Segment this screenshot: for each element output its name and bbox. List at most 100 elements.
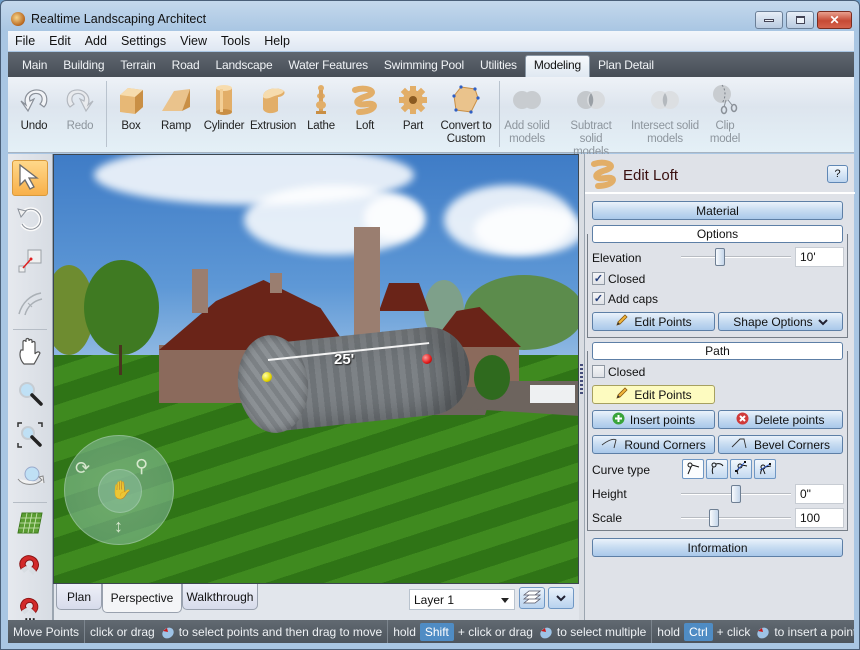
menu-file[interactable]: File [8, 34, 42, 48]
select-tool-button[interactable] [12, 160, 48, 196]
arc-tool-button[interactable] [12, 286, 48, 322]
menu-edit[interactable]: Edit [42, 34, 78, 48]
subtract-solid-models-button[interactable]: Subtract solid models [558, 83, 624, 159]
curve-type-bezier-smooth-button[interactable] [754, 459, 776, 479]
insert-points-button[interactable]: Insert points [592, 410, 715, 429]
tab-landscape[interactable]: Landscape [208, 55, 281, 77]
height-input[interactable]: 0" [795, 484, 844, 504]
menu-settings[interactable]: Settings [114, 34, 173, 48]
minimize-button[interactable] [755, 11, 783, 29]
curve-type-bezier-button[interactable] [730, 459, 752, 479]
path-closed-checkbox[interactable] [592, 365, 605, 378]
tab-water-features[interactable]: Water Features [280, 55, 375, 77]
extrusion-button[interactable]: Extrusion [250, 83, 296, 133]
part-button[interactable]: Part [396, 83, 430, 133]
path-edit-points-button[interactable]: Edit Points [592, 385, 715, 404]
bevel-corners-button[interactable]: Bevel Corners [718, 435, 843, 454]
path-start-point[interactable] [262, 372, 272, 382]
layers-button[interactable] [519, 587, 545, 609]
close-button[interactable]: ✕ [817, 11, 852, 29]
tab-plan[interactable]: Plan [56, 584, 102, 610]
tab-building[interactable]: Building [55, 55, 112, 77]
lathe-button[interactable]: Lathe [304, 83, 338, 133]
pan-tool-button[interactable] [12, 334, 48, 370]
orbit-tool-button[interactable] [12, 460, 48, 496]
menu-view[interactable]: View [173, 34, 214, 48]
menu-help[interactable]: Help [257, 34, 297, 48]
snap-tool-button[interactable] [12, 548, 48, 584]
shape-options-button[interactable]: Shape Options [718, 312, 843, 331]
elevation-input[interactable]: 10' [795, 247, 844, 267]
tab-swimming-pool[interactable]: Swimming Pool [376, 55, 472, 77]
edit-loft-panel: Edit Loft ? Material Options Elevation 1… [584, 154, 855, 620]
intersect-solid-models-button[interactable]: Intersect solid models [630, 83, 700, 146]
add-caps-checkbox[interactable]: ✓ [592, 292, 605, 305]
scale-input[interactable]: 100 [795, 508, 844, 528]
round-corners-button[interactable]: Round Corners [592, 435, 715, 454]
path-section-header[interactable]: Path [592, 342, 843, 360]
convert-to-custom-button[interactable]: Convert to Custom [438, 83, 494, 146]
tab-utilities[interactable]: Utilities [472, 55, 525, 77]
zoom-extents-button[interactable] [12, 418, 48, 454]
resize-tool-button[interactable] [12, 244, 48, 280]
close-icon: ✕ [829, 13, 840, 27]
material-button[interactable]: Material [592, 201, 843, 220]
scale-slider[interactable] [681, 508, 791, 528]
layer-options-button[interactable] [548, 587, 574, 609]
pool [530, 385, 575, 403]
splitter-grip[interactable] [580, 364, 583, 394]
app-logo-icon [11, 12, 25, 26]
slider-thumb[interactable] [731, 485, 741, 503]
slider-thumb[interactable] [709, 509, 719, 527]
height-slider[interactable] [681, 484, 791, 504]
tab-modeling[interactable]: Modeling [524, 55, 590, 77]
redo-button[interactable]: Redo [60, 83, 100, 133]
add-solid-models-button[interactable]: Add solid models [502, 83, 552, 146]
tab-walkthrough[interactable]: Walkthrough [182, 584, 258, 610]
intersect-solid-label-1: Intersect solid [631, 120, 699, 132]
menu-add[interactable]: Add [78, 34, 114, 48]
delete-circle-icon [736, 412, 749, 428]
grid-tool-button[interactable] [12, 506, 48, 542]
orbit-icon[interactable]: ⟳ [75, 458, 90, 479]
curve-type-linear-button[interactable] [682, 459, 704, 479]
path-end-point[interactable] [422, 354, 432, 364]
hand-icon [16, 336, 44, 369]
rotate-tool-button[interactable] [12, 202, 48, 238]
help-button[interactable]: ? [827, 165, 848, 183]
options-section-header[interactable]: Options [592, 225, 843, 243]
cylinder-label: Cylinder [203, 120, 245, 132]
app-window: Realtime Landscaping Architect ✕ File Ed… [0, 0, 860, 650]
3d-viewport[interactable]: 25' ⟳ ⚲ ✋ ↕ [53, 154, 579, 584]
information-button[interactable]: Information [592, 538, 843, 557]
delete-points-button[interactable]: Delete points [718, 410, 843, 429]
status-text: to insert a point [774, 624, 854, 639]
tab-plan-detail[interactable]: Plan Detail [590, 55, 662, 77]
box-icon [114, 83, 148, 117]
vertical-move-icon[interactable]: ↕ [114, 516, 123, 537]
box-button[interactable]: Box [114, 83, 148, 133]
clip-model-button[interactable]: Clip model [706, 83, 744, 146]
zoom-tool-button[interactable] [12, 376, 48, 412]
curve-type-curved-button[interactable] [706, 459, 728, 479]
maximize-button[interactable] [786, 11, 814, 29]
pan-hand-icon[interactable]: ✋ [110, 480, 132, 501]
navigation-wheel[interactable]: ⟳ ⚲ ✋ ↕ [64, 435, 174, 545]
layer-select[interactable]: Layer 1 [409, 589, 515, 610]
loft-button[interactable]: Loft [348, 83, 382, 133]
tab-road[interactable]: Road [164, 55, 208, 77]
undo-button[interactable]: Undo [14, 83, 54, 133]
round-corners-label: Round Corners [624, 437, 706, 452]
zoom-icon[interactable]: ⚲ [135, 456, 148, 477]
options-edit-points-button[interactable]: Edit Points [592, 312, 715, 331]
tab-terrain[interactable]: Terrain [112, 55, 163, 77]
cylinder-button[interactable]: Cylinder [202, 83, 246, 133]
tab-main[interactable]: Main [14, 55, 55, 77]
elevation-slider[interactable] [681, 247, 791, 267]
ramp-button[interactable]: Ramp [156, 83, 196, 133]
tab-perspective[interactable]: Perspective [102, 584, 182, 613]
options-closed-checkbox[interactable]: ✓ [592, 272, 605, 285]
menu-tools[interactable]: Tools [214, 34, 257, 48]
path-edit-points-label: Edit Points [634, 387, 692, 402]
slider-thumb[interactable] [714, 248, 725, 266]
